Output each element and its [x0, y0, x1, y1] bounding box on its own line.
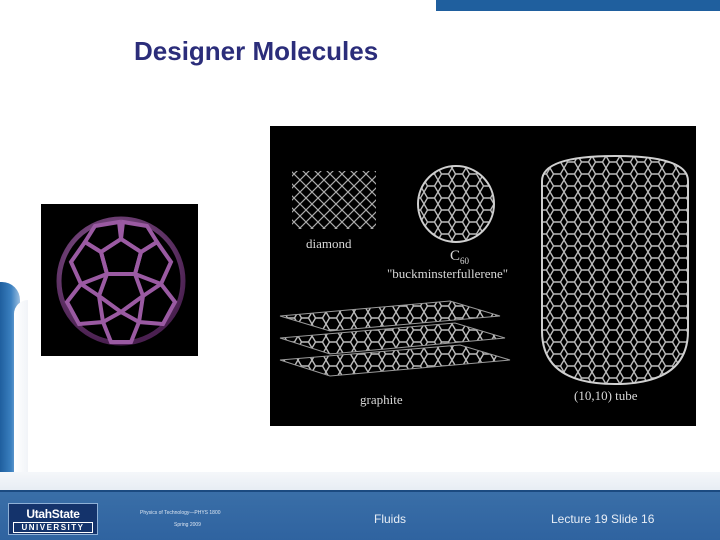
logo-wordmark: UtahState — [26, 507, 80, 521]
top-accent-bar — [436, 0, 720, 11]
bottom-curve — [0, 472, 720, 492]
label-diamond: diamond — [306, 236, 352, 251]
diamond-structure — [292, 171, 376, 229]
graphite-structure — [279, 300, 511, 377]
logo-university: UNIVERSITY — [13, 522, 93, 533]
nanotube-structure — [541, 154, 689, 386]
course-term: Spring 2009 — [174, 522, 201, 528]
c60-purple-image — [41, 204, 198, 356]
left-band-inner — [14, 300, 28, 485]
label-c60: C60 — [450, 248, 470, 266]
label-graphite: graphite — [360, 392, 403, 407]
lecture-slide-number: Lecture 19 Slide 16 — [551, 512, 655, 526]
carbon-structures-image: diamond C60 "buckminsterfullerene" graph… — [270, 126, 696, 426]
buckyball-structure — [417, 165, 495, 243]
slide-title: Designer Molecules — [134, 36, 379, 66]
usu-logo: UtahState UNIVERSITY — [8, 503, 98, 535]
course-name: Physics of Technology—PHYS 1800 — [140, 510, 221, 516]
footer-divider — [0, 490, 720, 492]
label-buckminsterfullerene: "buckminsterfullerene" — [387, 266, 509, 281]
label-tube: (10,10) tube — [574, 388, 638, 403]
lecture-topic: Fluids — [374, 512, 407, 526]
